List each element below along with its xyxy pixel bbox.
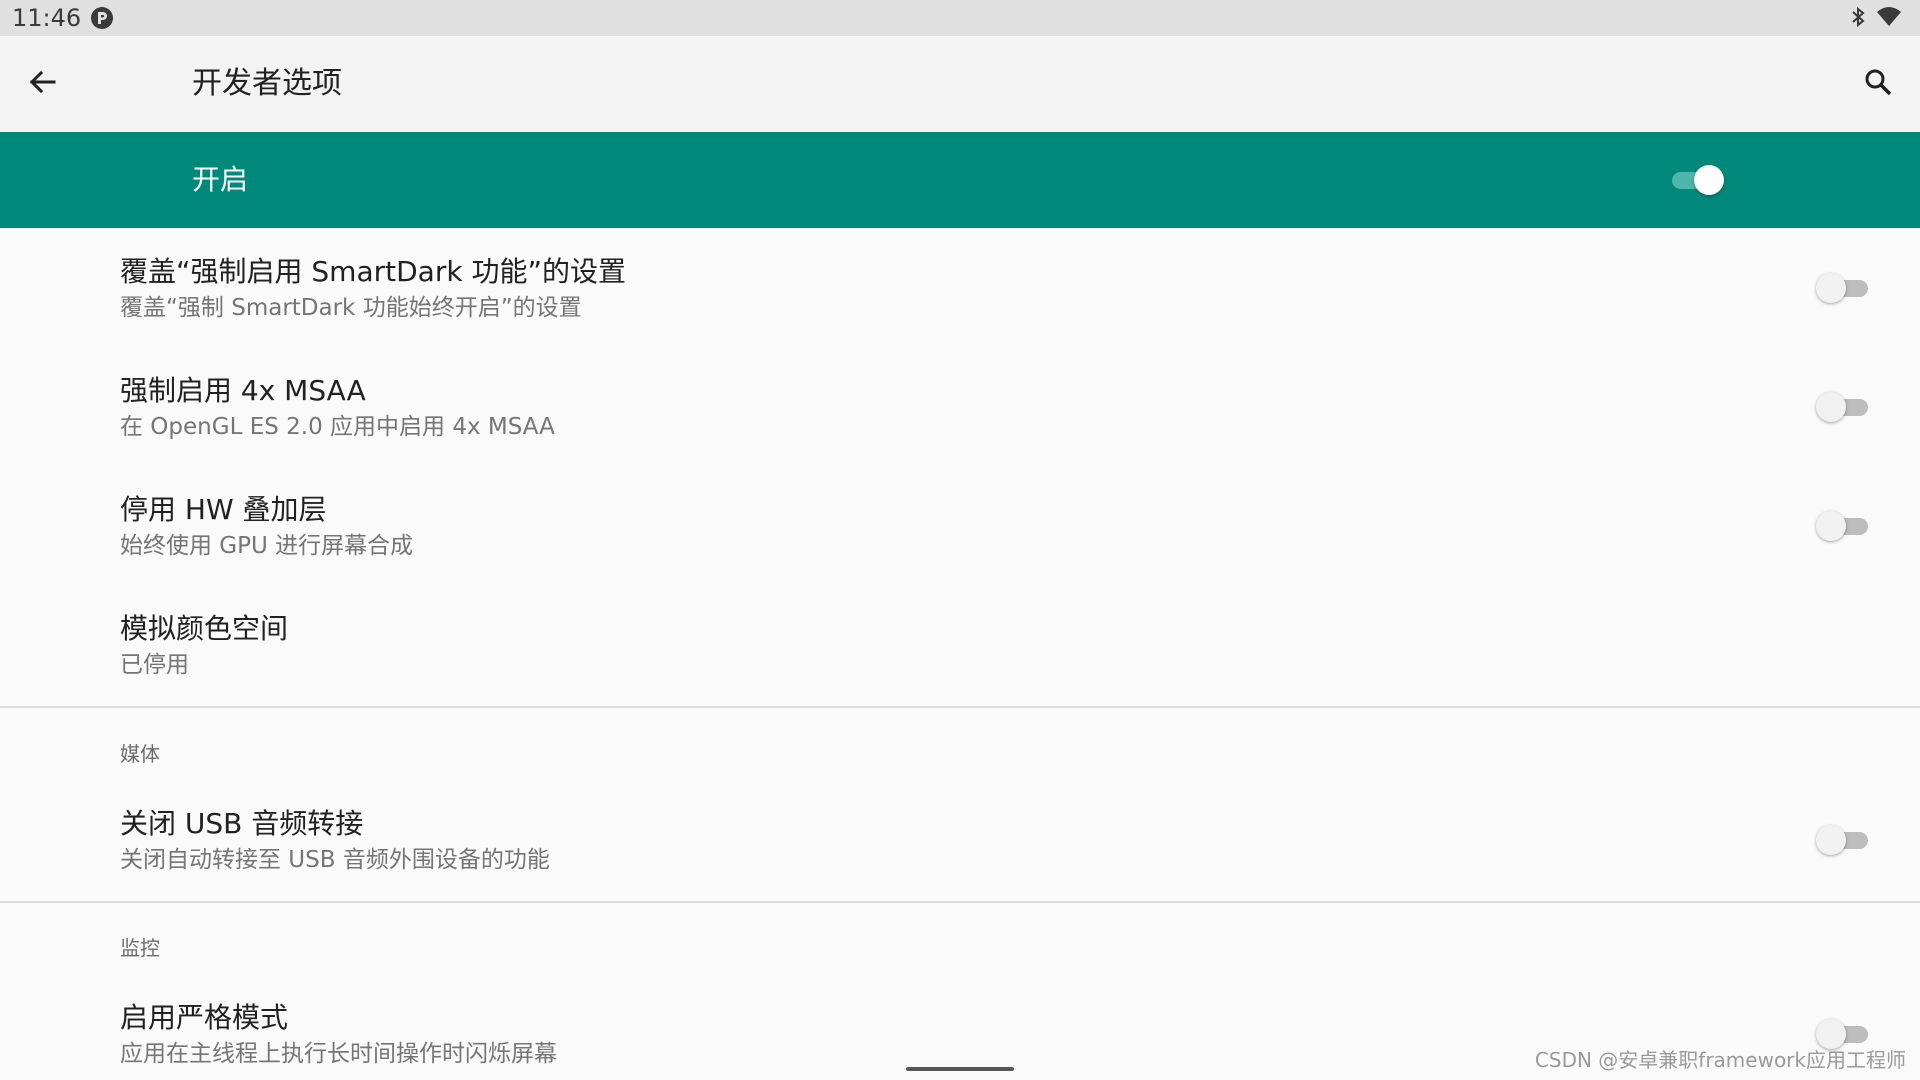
page-title: 开发者选项 bbox=[192, 66, 342, 101]
category-header-media: 媒体 bbox=[120, 742, 160, 766]
list-item-simulate-color-space[interactable]: 模拟颜色空间 已停用 bbox=[0, 585, 1920, 704]
list-item-disable-usb-audio-routing[interactable]: 关闭 USB 音频转接 关闭自动转接至 USB 音频外围设备的功能 bbox=[0, 780, 1920, 899]
pref-summary: 关闭自动转接至 USB 音频外围设备的功能 bbox=[120, 847, 550, 873]
p-circle-icon bbox=[90, 6, 114, 30]
status-bar: 11:46 bbox=[0, 0, 1920, 36]
developer-options-master-switch-bar[interactable]: 开启 bbox=[0, 132, 1920, 228]
section-divider bbox=[0, 901, 1920, 903]
gesture-nav-handle[interactable] bbox=[906, 1067, 1014, 1071]
settings-screen: 11:46 开发者选项 开启 覆盖“强制启用 SmartDark 功能”的设置 … bbox=[0, 0, 1920, 1080]
pref-title: 关闭 USB 音频转接 bbox=[120, 807, 364, 840]
pref-summary: 已停用 bbox=[120, 652, 189, 678]
toggle-switch[interactable] bbox=[1816, 391, 1868, 423]
status-time: 11:46 bbox=[12, 4, 82, 32]
switch-thumb bbox=[1816, 825, 1846, 855]
category-header-monitoring: 监控 bbox=[120, 936, 160, 960]
master-toggle-switch[interactable] bbox=[1672, 164, 1724, 196]
watermark: CSDN @安卓兼职framework应用工程师 bbox=[1534, 1048, 1906, 1072]
switch-thumb bbox=[1816, 1019, 1846, 1049]
bluetooth-icon bbox=[1850, 6, 1866, 32]
switch-thumb bbox=[1816, 273, 1846, 303]
wifi-icon bbox=[1876, 6, 1902, 32]
pref-summary: 应用在主线程上执行长时间操作时闪烁屏幕 bbox=[120, 1041, 557, 1067]
search-button[interactable] bbox=[1858, 64, 1898, 104]
list-item-force-4x-msaa[interactable]: 强制启用 4x MSAA 在 OpenGL ES 2.0 应用中启用 4x MS… bbox=[0, 347, 1920, 466]
switch-thumb bbox=[1694, 165, 1724, 195]
list-item-override-smartdark[interactable]: 覆盖“强制启用 SmartDark 功能”的设置 覆盖“强制 SmartDark… bbox=[0, 228, 1920, 347]
search-icon bbox=[1863, 67, 1893, 101]
status-icons bbox=[1850, 6, 1902, 32]
master-switch-label: 开启 bbox=[192, 163, 249, 196]
switch-thumb bbox=[1816, 511, 1846, 541]
toggle-switch[interactable] bbox=[1816, 510, 1868, 542]
pref-summary: 覆盖“强制 SmartDark 功能始终开启”的设置 bbox=[120, 295, 582, 321]
arrow-left-icon bbox=[27, 67, 57, 101]
back-button[interactable] bbox=[22, 64, 62, 104]
list-item-disable-hw-overlays[interactable]: 停用 HW 叠加层 始终使用 GPU 进行屏幕合成 bbox=[0, 466, 1920, 585]
section-divider bbox=[0, 706, 1920, 708]
pref-summary: 在 OpenGL ES 2.0 应用中启用 4x MSAA bbox=[120, 414, 555, 440]
toolbar: 开发者选项 bbox=[0, 36, 1920, 132]
pref-title: 停用 HW 叠加层 bbox=[120, 493, 327, 526]
pref-summary: 始终使用 GPU 进行屏幕合成 bbox=[120, 533, 414, 559]
pref-title: 覆盖“强制启用 SmartDark 功能”的设置 bbox=[120, 255, 626, 288]
pref-title: 模拟颜色空间 bbox=[120, 612, 289, 645]
toggle-switch[interactable] bbox=[1816, 272, 1868, 304]
pref-title: 启用严格模式 bbox=[120, 1001, 289, 1034]
pref-title: 强制启用 4x MSAA bbox=[120, 374, 366, 407]
toggle-switch[interactable] bbox=[1816, 824, 1868, 856]
switch-thumb bbox=[1816, 392, 1846, 422]
